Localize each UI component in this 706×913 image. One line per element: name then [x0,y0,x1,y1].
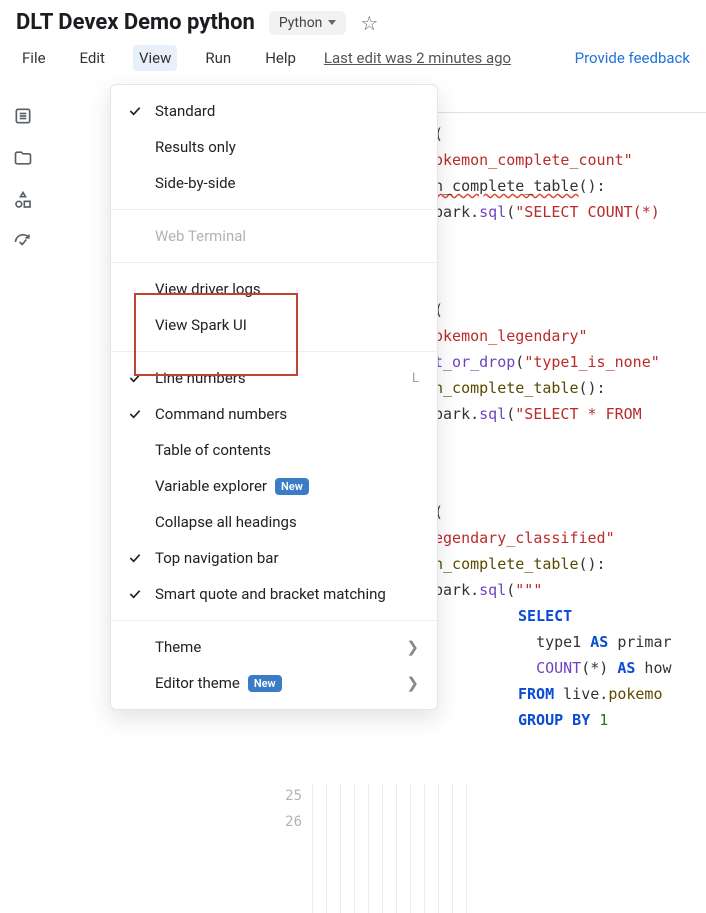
view-results-only[interactable]: Results only [111,129,437,165]
menu-help[interactable]: Help [259,45,302,71]
view-collapse-headings[interactable]: Collapse all headings [111,504,437,540]
view-theme-label: Theme [155,638,201,656]
menu-view[interactable]: View [133,45,177,71]
view-line-numbers[interactable]: Line numbers L [111,360,437,396]
new-badge: New [275,478,309,495]
view-line-numbers-label: Line numbers [155,369,246,387]
view-side-by-side-label: Side-by-side [155,174,236,192]
star-icon[interactable]: ☆ [360,11,378,35]
check-icon [127,550,143,566]
blocks-icon[interactable] [13,190,33,210]
folder-icon[interactable] [13,148,33,168]
view-toc-label: Table of contents [155,441,271,459]
view-toc[interactable]: Table of contents [111,432,437,468]
chevron-right-icon: ❯ [406,674,419,692]
view-standard-label: Standard [155,102,215,120]
view-top-nav[interactable]: Top navigation bar [111,540,437,576]
chevron-right-icon: ❯ [406,638,419,656]
indent-guides [312,783,492,913]
view-results-only-label: Results only [155,138,236,156]
feedback-link[interactable]: Provide feedback [575,49,690,67]
menu-edit[interactable]: Edit [74,45,111,71]
view-side-by-side[interactable]: Side-by-side [111,165,437,201]
check-icon [127,370,143,386]
view-variable-explorer[interactable]: Variable explorer New [111,468,437,504]
view-spark-ui[interactable]: View Spark UI [111,307,437,343]
language-selector[interactable]: Python [269,11,347,35]
check-icon [127,406,143,422]
view-smart-quote-label: Smart quote and bracket matching [155,585,386,603]
view-top-nav-label: Top navigation bar [155,549,279,567]
language-label: Python [279,15,323,31]
view-driver-logs[interactable]: View driver logs [111,271,437,307]
check-icon [127,586,143,602]
view-theme[interactable]: Theme ❯ [111,629,437,665]
menu-file[interactable]: File [16,45,52,71]
view-web-terminal-label: Web Terminal [155,227,246,245]
left-rail [0,94,46,252]
menu-run[interactable]: Run [199,45,237,71]
chevron-down-icon [328,20,336,25]
view-standard[interactable]: Standard [111,93,437,129]
view-smart-quote[interactable]: Smart quote and bracket matching [111,576,437,612]
notebook-title[interactable]: DLT Devex Demo python [16,10,255,35]
last-edit-link[interactable]: Last edit was 2 minutes ago [324,49,511,67]
view-spark-ui-label: View Spark UI [155,316,247,334]
view-driver-logs-label: View driver logs [155,280,261,298]
new-badge: New [248,675,282,692]
line-gutter: 25 26 [270,783,302,835]
list-icon[interactable] [13,106,33,126]
refresh-check-icon[interactable] [13,232,33,252]
view-command-numbers[interactable]: Command numbers [111,396,437,432]
view-variable-explorer-label: Variable explorer [155,477,267,495]
view-collapse-headings-label: Collapse all headings [155,513,297,531]
view-editor-theme-label: Editor theme [155,674,240,692]
menubar: File Edit View Run Help Last edit was 2 … [0,39,706,81]
shortcut-label: L [412,371,419,386]
check-icon [127,103,143,119]
view-editor-theme[interactable]: Editor theme New ❯ [111,665,437,701]
view-dropdown: Standard Results only Side-by-side Web T… [110,84,438,710]
view-web-terminal: Web Terminal [111,218,437,254]
view-command-numbers-label: Command numbers [155,405,287,423]
